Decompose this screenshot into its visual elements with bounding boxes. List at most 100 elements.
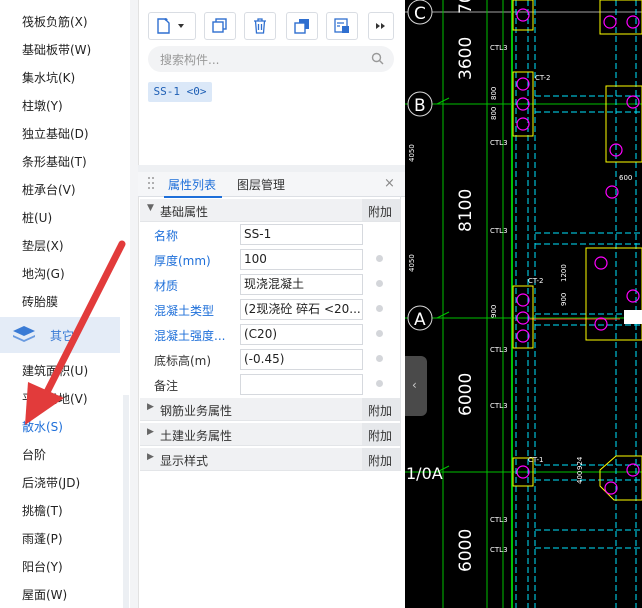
prop-value-name[interactable]: SS-1 (240, 224, 363, 245)
section-civil-props[interactable]: ▶ 土建业务属性 附加 (140, 423, 401, 446)
small-dim: 400 (576, 471, 584, 484)
collapse-arrow-icon: ▼ (147, 203, 154, 213)
search-icon[interactable] (371, 52, 384, 65)
small-dim: 800 (490, 87, 498, 100)
pile (626, 95, 640, 109)
new-component-button[interactable] (148, 12, 196, 40)
pile (626, 463, 640, 477)
pile-cap (585, 247, 642, 341)
pile (594, 256, 608, 270)
copy-icon (212, 18, 227, 33)
more-icon (376, 23, 385, 29)
selected-component-tag[interactable]: SS-1 <0> (148, 82, 212, 102)
prop-toggle-dot[interactable] (376, 330, 383, 337)
prop-toggle-dot[interactable] (376, 305, 383, 312)
prop-label-material: 材质 (154, 279, 179, 293)
prop-toggle-dot[interactable] (376, 355, 383, 362)
section-title: 基础属性 (160, 205, 209, 219)
pile (516, 8, 530, 22)
dim-6000: 6000 (456, 529, 476, 572)
pile (626, 289, 640, 303)
delete-icon (254, 18, 266, 34)
dim-3600: 3600 (456, 37, 476, 80)
property-tabs: 属性列表 图层管理 (138, 172, 405, 198)
copy-button[interactable] (204, 12, 236, 40)
prop-value-remark[interactable] (240, 374, 363, 395)
axis-label-1-0a: 1/0A (406, 464, 443, 483)
column-divider (400, 196, 401, 466)
tab-property-list[interactable]: 属性列表 (163, 176, 223, 198)
prop-label-bottom-elevation: 底标高(m) (154, 354, 212, 368)
expand-arrow-icon: ▶ (147, 452, 154, 462)
section-rebar-props[interactable]: ▶ 钢筋业务属性 附加 (140, 398, 401, 421)
line-label: CTL3 (490, 227, 508, 235)
prop-value-concrete-type[interactable]: (2现浇砼 碎石 <20... (240, 299, 363, 320)
section-title: 显示样式 (160, 454, 209, 468)
pile-cap-tag: CT-2 (535, 74, 551, 82)
line-label: CTL3 (490, 139, 508, 147)
dim-8100: 8100 (456, 189, 476, 232)
dim-6000: 6000 (456, 373, 476, 416)
section-display-style[interactable]: ▶ 显示样式 附加 (140, 448, 401, 471)
section-add-label: 附加 (368, 205, 393, 219)
axis-label-c: C (414, 4, 426, 24)
prop-label-name: 名称 (154, 229, 179, 243)
section-title: 土建业务属性 (160, 429, 233, 443)
collapse-panel-handle[interactable]: ‹ (405, 356, 427, 416)
section-basic-props[interactable]: ▼ 基础属性 附加 (140, 199, 401, 222)
section-add-label: 附加 (368, 429, 393, 443)
prop-value-concrete-grade[interactable]: (C20) (240, 324, 363, 345)
prop-label-remark: 备注 (154, 379, 179, 393)
prop-value-bottom-elevation[interactable]: (-0.45) (240, 349, 363, 370)
column-block (624, 310, 642, 324)
small-dim: 4050 (408, 144, 416, 162)
pile (603, 15, 617, 29)
drag-grip-icon[interactable] (147, 176, 155, 190)
layer-settings-button[interactable] (326, 12, 358, 40)
prop-value-material[interactable]: 现浇混凝土 (240, 274, 363, 295)
prop-value-thickness[interactable]: 100 (240, 249, 363, 270)
chevron-left-icon: ‹ (412, 378, 417, 392)
pile-cap-tag: CT-2 (528, 277, 544, 285)
duplicate-button[interactable] (286, 12, 318, 40)
line-label: CTL3 (490, 402, 508, 410)
cad-drawing: C B A 1/0A 3600 8100 6000 6000 70 800 80… (405, 0, 642, 608)
cad-drawing-canvas[interactable]: C B A 1/0A 3600 8100 6000 6000 70 800 80… (405, 0, 642, 608)
line-label: CTL3 (490, 44, 508, 52)
expand-arrow-icon: ▶ (147, 427, 154, 437)
component-search (148, 46, 394, 72)
pile (594, 317, 608, 331)
small-dim: 900 (490, 305, 498, 318)
search-input[interactable] (158, 49, 362, 71)
more-button[interactable] (368, 12, 394, 40)
line-label: CTL3 (490, 346, 508, 354)
panel-splitter[interactable] (138, 165, 405, 172)
prop-toggle-dot[interactable] (376, 255, 383, 262)
pile (604, 481, 618, 495)
pile (516, 329, 530, 343)
duplicate-icon (294, 19, 309, 34)
prop-toggle-dot[interactable] (376, 280, 383, 287)
section-title: 钢筋业务属性 (160, 404, 233, 418)
prop-label-thickness: 厚度(mm) (154, 254, 211, 268)
delete-button[interactable] (244, 12, 276, 40)
pile (626, 15, 640, 29)
prop-label-concrete-grade: 混凝土强度... (154, 329, 226, 343)
prop-toggle-dot[interactable] (376, 380, 383, 387)
close-icon[interactable]: × (384, 176, 395, 191)
new-dropdown-icon (157, 18, 184, 34)
dim-70: 70 (456, 0, 476, 14)
layer-icon (334, 18, 349, 33)
section-add-label: 附加 (368, 404, 393, 418)
line-label: CTL3 (490, 516, 508, 524)
axis-label-a: A (414, 310, 426, 330)
axis-label-b: B (414, 96, 426, 116)
small-dim: 924 (576, 456, 584, 470)
pile (516, 117, 530, 131)
small-dim: 600 (619, 174, 632, 182)
line-label: CTL3 (490, 546, 508, 554)
section-add-label: 附加 (368, 454, 393, 468)
expand-arrow-icon: ▶ (147, 402, 154, 412)
pile (516, 77, 530, 91)
tab-layer-management[interactable]: 图层管理 (237, 176, 285, 193)
